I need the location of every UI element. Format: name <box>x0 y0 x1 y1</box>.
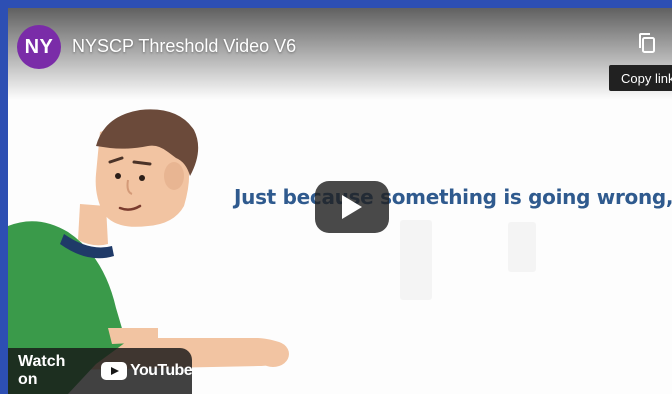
play-icon <box>342 195 362 219</box>
video-title[interactable]: NYSCP Threshold Video V6 <box>72 36 296 57</box>
background-shape <box>400 220 432 300</box>
watch-on-label: Watch on <box>18 353 66 388</box>
character-ear <box>164 162 184 190</box>
background-shape <box>508 222 536 272</box>
character-hand <box>257 341 289 367</box>
play-button[interactable] <box>315 181 389 233</box>
character-forearm <box>108 328 158 344</box>
character-eye <box>139 175 145 181</box>
youtube-logo-icon <box>101 362 128 380</box>
character-eyebrow <box>132 160 152 166</box>
youtube-embed-player[interactable]: NY NYSCP Threshold Video V6 Copy link Ju… <box>8 8 672 394</box>
video-caption-text: Just because something is going wrong, <box>234 185 672 209</box>
copy-icon <box>639 33 655 53</box>
copy-link-button[interactable] <box>630 26 664 60</box>
character-eye <box>115 173 121 179</box>
watch-on-youtube-button[interactable]: Watch on YouTube <box>8 348 193 394</box>
youtube-logo: YouTube <box>101 362 193 380</box>
channel-avatar[interactable]: NY <box>17 25 61 69</box>
copy-link-tooltip: Copy link <box>609 65 672 91</box>
youtube-wordmark: YouTube <box>130 362 192 379</box>
